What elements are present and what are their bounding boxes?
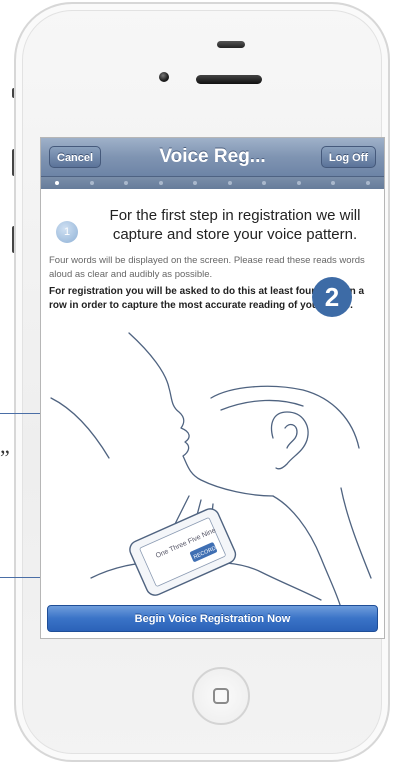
navigation-bar: Cancel Voice Reg... Log Off [41, 138, 384, 177]
background-quote-mark: ” [0, 445, 10, 470]
front-camera-icon [159, 72, 169, 82]
earpiece [196, 75, 262, 84]
step-two-badge: 2 [312, 277, 352, 317]
progress-dot [55, 181, 59, 185]
progress-dot [331, 181, 335, 185]
progress-dot [297, 181, 301, 185]
begin-voice-registration-button[interactable]: Begin Voice Registration Now [47, 605, 378, 632]
home-square-icon [213, 688, 229, 704]
progress-dot [262, 181, 266, 185]
progress-dot [193, 181, 197, 185]
progress-dot [228, 181, 232, 185]
app-screen: Cancel Voice Reg... Log Off 1 For the fi… [40, 137, 385, 639]
top-speaker [217, 41, 245, 48]
log-off-button[interactable]: Log Off [320, 146, 376, 168]
progress-dot [90, 181, 94, 185]
voice-illustration: One Three Five Nine RECORD [50, 332, 372, 608]
step-title: For the first step in registration we wi… [109, 207, 361, 243]
step-number-badge: 1 [56, 221, 78, 243]
home-button[interactable] [192, 667, 250, 725]
progress-dots [41, 177, 384, 189]
progress-dot [159, 181, 163, 185]
progress-dot [124, 181, 128, 185]
progress-dot [366, 181, 370, 185]
